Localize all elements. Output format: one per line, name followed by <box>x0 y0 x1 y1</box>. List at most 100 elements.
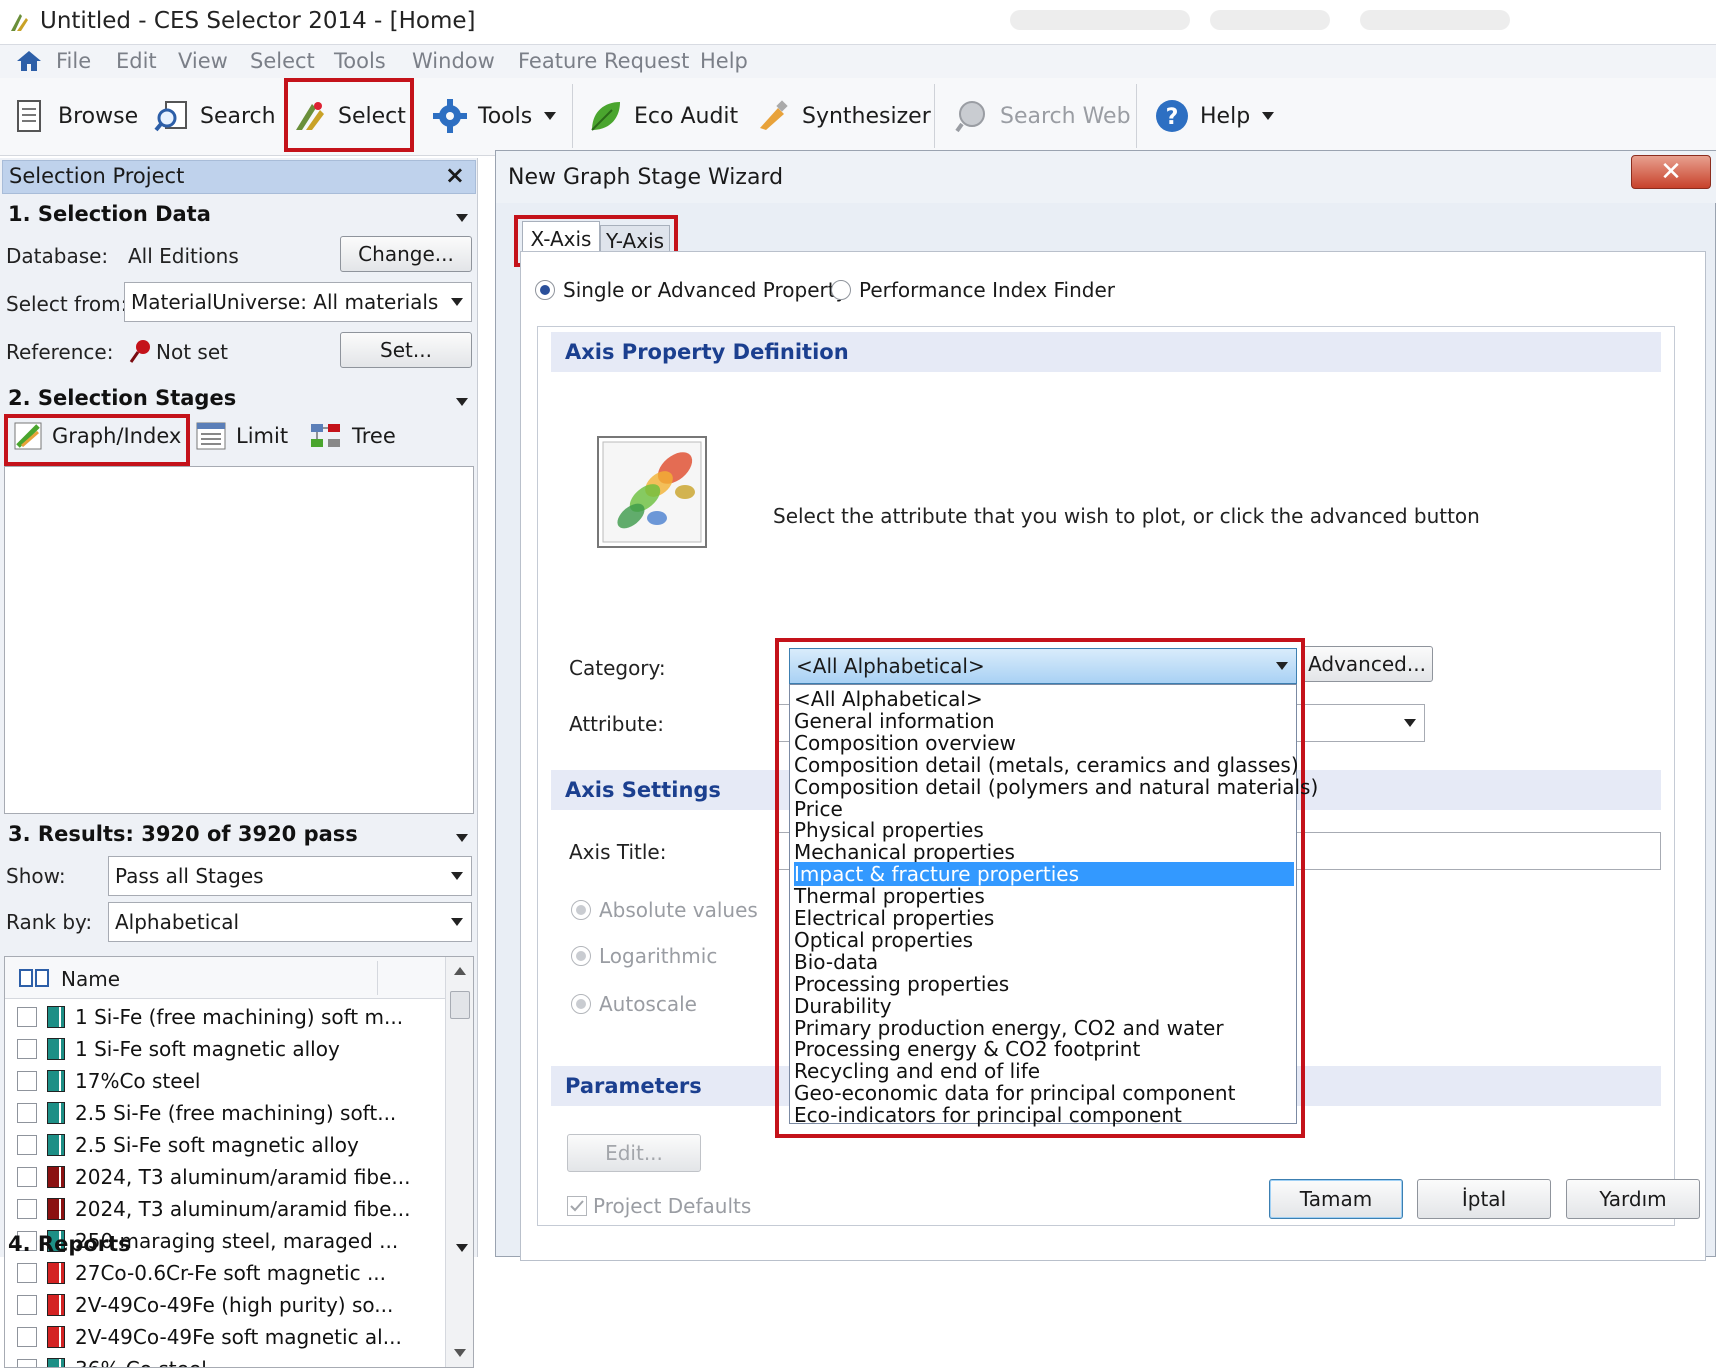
category-option[interactable]: Impact & fracture properties <box>794 862 1294 887</box>
category-options-list[interactable]: <All Alphabetical> General information Com… <box>789 684 1318 1127</box>
chevron-down-icon[interactable] <box>456 1244 468 1252</box>
synthesizer-button[interactable]: Synthesizer <box>756 88 931 144</box>
menu-help[interactable]: Help <box>700 49 748 73</box>
category-option[interactable]: Eco-indicators for principal component <box>794 1103 1294 1127</box>
category-option[interactable]: Thermal properties <box>794 884 1294 908</box>
browse-button[interactable]: Browse <box>12 88 138 144</box>
category-option[interactable]: Mechanical properties <box>794 840 1294 864</box>
category-option[interactable]: Processing energy & CO2 footprint <box>794 1037 1294 1061</box>
dialog-close-button[interactable]: ✕ <box>1631 155 1711 189</box>
row-checkbox[interactable] <box>17 1103 37 1123</box>
category-option[interactable]: Composition detail (polymers and natural… <box>794 775 1318 799</box>
category-option[interactable]: <All Alphabetical> <box>794 687 1294 711</box>
select-button[interactable]: Select <box>292 88 406 144</box>
category-option[interactable]: Composition overview <box>794 731 1294 755</box>
close-icon[interactable]: × <box>445 161 465 189</box>
category-option[interactable]: Price <box>794 797 1294 821</box>
section-selection-data[interactable]: 1. Selection Data <box>8 202 211 226</box>
table-row[interactable]: 36% Co steel <box>17 1353 207 1367</box>
ok-button[interactable]: Tamam <box>1269 1179 1403 1219</box>
change-button[interactable]: Change... <box>340 236 472 272</box>
row-checkbox[interactable] <box>17 1327 37 1347</box>
results-list[interactable]: Name 1 Si-Fe (free machining) soft m... 1… <box>4 956 474 1368</box>
menu-view[interactable]: View <box>178 49 228 73</box>
category-option[interactable]: Geo-economic data for principal componen… <box>794 1081 1294 1105</box>
row-checkbox[interactable] <box>17 1007 37 1027</box>
search-web-button[interactable]: Search Web <box>954 88 1131 144</box>
absolute-values-option[interactable]: Absolute values <box>571 898 758 922</box>
category-option[interactable]: Composition detail (metals, ceramics and… <box>794 753 1299 777</box>
name-column-header[interactable]: Name <box>61 967 120 991</box>
select-from-dropdown[interactable]: MaterialUniverse: All materials <box>124 282 472 322</box>
table-row[interactable]: 27Co-0.6Cr-Fe soft magnetic ... <box>17 1257 386 1289</box>
menu-window[interactable]: Window <box>412 49 495 73</box>
menu-feature-request[interactable]: Feature Request <box>518 49 689 73</box>
menu-file[interactable]: File <box>56 49 91 73</box>
section-results[interactable]: 3. Results: 3920 of 3920 pass <box>8 822 358 846</box>
category-option[interactable]: General information <box>794 709 1294 733</box>
table-row[interactable]: 17%Co steel <box>17 1065 200 1097</box>
row-checkbox[interactable] <box>17 1135 37 1155</box>
single-property-radio[interactable] <box>535 280 555 300</box>
row-checkbox[interactable] <box>17 1295 37 1315</box>
row-checkbox[interactable] <box>17 1359 37 1367</box>
help-dialog-button[interactable]: Yardım <box>1566 1179 1700 1219</box>
category-option[interactable]: Recycling and end of life <box>794 1059 1294 1083</box>
row-checkbox[interactable] <box>17 1071 37 1091</box>
menu-tools[interactable]: Tools <box>334 49 386 73</box>
row-checkbox[interactable] <box>17 1167 37 1187</box>
chevron-down-icon[interactable] <box>456 398 468 406</box>
scrollbar[interactable] <box>445 957 473 1367</box>
section-reports[interactable]: 4. Reports <box>8 1232 131 1256</box>
logarithmic-option[interactable]: Logarithmic <box>571 944 717 968</box>
chevron-down-icon[interactable] <box>456 214 468 222</box>
eco-audit-button[interactable]: Eco Audit <box>588 88 738 144</box>
tree-stage-button[interactable]: Tree <box>310 422 396 450</box>
menu-select[interactable]: Select <box>250 49 315 73</box>
category-option[interactable]: Bio-data <box>794 950 1294 974</box>
category-dropdown[interactable]: <All Alphabetical> <box>789 648 1297 684</box>
autoscale-radio[interactable] <box>571 994 591 1014</box>
set-button[interactable]: Set... <box>340 332 472 368</box>
section-selection-stages[interactable]: 2. Selection Stages <box>8 386 236 410</box>
table-row[interactable]: 1 Si-Fe soft magnetic alloy <box>17 1033 340 1065</box>
table-row[interactable]: 2V-49Co-49Fe soft magnetic al... <box>17 1321 402 1353</box>
limit-stage-button[interactable]: Limit <box>196 422 288 450</box>
stages-list[interactable] <box>4 466 474 814</box>
category-option[interactable]: Primary production energy, CO2 and water <box>794 1016 1294 1040</box>
chevron-down-icon[interactable] <box>456 834 468 842</box>
category-option[interactable]: Durability <box>794 994 1294 1018</box>
performance-index-radio[interactable] <box>831 280 851 300</box>
project-defaults-option[interactable]: Project Defaults <box>567 1194 751 1218</box>
scroll-down-icon[interactable] <box>454 1349 466 1357</box>
row-checkbox[interactable] <box>17 1263 37 1283</box>
absolute-values-radio[interactable] <box>571 900 591 920</box>
category-option[interactable]: Optical properties <box>794 928 1294 952</box>
category-option[interactable]: Physical properties <box>794 818 1294 842</box>
search-button[interactable]: Search <box>154 88 276 144</box>
edit-parameters-button[interactable]: Edit... <box>567 1134 701 1172</box>
advanced-button[interactable]: Advanced... <box>1301 646 1433 682</box>
row-checkbox[interactable] <box>17 1199 37 1219</box>
help-button[interactable]: ? Help <box>1154 88 1275 144</box>
table-row[interactable]: 1 Si-Fe (free machining) soft m... <box>17 1001 403 1033</box>
show-dropdown[interactable]: Pass all Stages <box>108 856 472 896</box>
cancel-button[interactable]: İptal <box>1417 1179 1551 1219</box>
scroll-up-icon[interactable] <box>454 967 466 975</box>
menu-edit[interactable]: Edit <box>116 49 157 73</box>
category-option[interactable]: Electrical properties <box>794 906 1294 930</box>
table-row[interactable]: 2.5 Si-Fe soft magnetic alloy <box>17 1129 359 1161</box>
row-checkbox[interactable] <box>17 1039 37 1059</box>
single-property-option[interactable]: Single or Advanced Property <box>535 278 847 302</box>
table-row[interactable]: 2024, T3 aluminum/aramid fibe... <box>17 1193 411 1225</box>
graph-index-stage-button[interactable]: Graph/Index <box>14 422 181 450</box>
scroll-thumb[interactable] <box>450 991 470 1019</box>
tools-button[interactable]: Tools <box>432 88 557 144</box>
table-row[interactable]: 2V-49Co-49Fe (high purity) so... <box>17 1289 393 1321</box>
category-option[interactable]: Processing properties <box>794 972 1294 996</box>
table-row[interactable]: 2024, T3 aluminum/aramid fibe... <box>17 1161 411 1193</box>
performance-index-option[interactable]: Performance Index Finder <box>831 278 1115 302</box>
project-defaults-checkbox[interactable] <box>567 1196 587 1216</box>
table-row[interactable]: 2.5 Si-Fe (free machining) soft... <box>17 1097 396 1129</box>
autoscale-option[interactable]: Autoscale <box>571 992 697 1016</box>
